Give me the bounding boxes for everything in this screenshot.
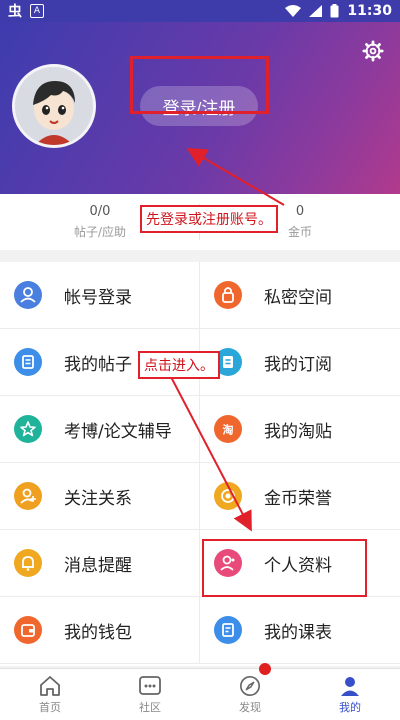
community-icon xyxy=(139,675,161,695)
svg-text:淘: 淘 xyxy=(223,423,234,437)
profile-highlight-box xyxy=(202,539,367,597)
cartoon-boy-avatar-icon xyxy=(15,67,93,145)
status-time: 11:30 xyxy=(347,3,392,19)
annotation-login-note: 先登录或注册账号。 xyxy=(140,205,278,233)
menu-item-label: 考博/论文辅导 xyxy=(64,421,172,442)
menu-item-label: 我的帖子 xyxy=(64,354,132,375)
menu-item[interactable]: 我的订阅 xyxy=(200,329,400,396)
avatar[interactable] xyxy=(12,64,96,148)
login-highlight-box xyxy=(130,56,269,114)
user-icon xyxy=(14,281,42,309)
stat-posts-label: 帖子/应助 xyxy=(73,225,127,239)
menu-item[interactable]: 我的课表 xyxy=(200,597,400,664)
wallet-icon xyxy=(14,616,42,644)
nav-community-label: 社区 xyxy=(139,700,161,714)
tao-icon: 淘 xyxy=(214,415,242,443)
compass-icon xyxy=(240,675,260,696)
star-icon xyxy=(14,415,42,443)
nav-me-label: 我的 xyxy=(339,700,361,714)
home-icon xyxy=(40,675,60,696)
nav-home[interactable]: 首页 xyxy=(0,669,100,720)
menu-grid: 帐号登录 私密空间我的帖子 我的订阅考博/论文辅导 淘 我的淘贴关注关系 金币荣誉消息提醒… xyxy=(0,262,400,666)
menu-item-label: 消息提醒 xyxy=(64,555,132,576)
menu-item-label: 我的淘贴 xyxy=(264,421,332,442)
nav-discover-label: 发现 xyxy=(239,700,261,714)
wifi-icon xyxy=(285,5,302,17)
menu-item[interactable]: 我的钱包 xyxy=(0,597,200,664)
nav-me[interactable]: 我的 xyxy=(300,669,400,720)
menu-item[interactable]: 消息提醒 xyxy=(0,530,200,597)
menu-item[interactable]: 淘 我的淘贴 xyxy=(200,396,400,463)
menu-item[interactable]: 私密空间 xyxy=(200,262,400,329)
battery-icon xyxy=(330,4,339,18)
follow-icon xyxy=(14,482,42,510)
carrier-icon: 虫 xyxy=(8,4,22,20)
coin-icon xyxy=(214,482,242,510)
notification-dot xyxy=(259,663,271,675)
menu-item[interactable]: 金币荣誉 xyxy=(200,463,400,530)
nav-community[interactable]: 社区 xyxy=(100,669,200,720)
menu-item-label: 金币荣誉 xyxy=(264,488,332,509)
me-icon xyxy=(341,676,359,696)
menu-item-label: 我的订阅 xyxy=(264,354,332,375)
lock-icon xyxy=(214,281,242,309)
annotation-enter-note: 点击进入。 xyxy=(138,351,220,379)
menu-item[interactable]: 考博/论文辅导 xyxy=(0,396,200,463)
menu-item-label: 我的钱包 xyxy=(64,622,132,643)
stat-coins-value: 0 xyxy=(295,204,305,219)
menu-item[interactable]: 关注关系 xyxy=(0,463,200,530)
signal-icon xyxy=(309,5,323,17)
stat-posts-value: 0/0 xyxy=(89,204,111,219)
menu-item[interactable]: 帐号登录 xyxy=(0,262,200,329)
menu-item-label: 关注关系 xyxy=(64,488,132,509)
bell-icon xyxy=(14,549,42,577)
stat-coins-label: 金币 xyxy=(287,225,312,239)
menu-item-label: 私密空间 xyxy=(264,287,332,308)
nav-discover[interactable]: 发现 xyxy=(200,663,300,720)
nav-home-label: 首页 xyxy=(39,700,61,714)
schedule-icon xyxy=(214,616,242,644)
bottom-nav: 首页 社区 发现 我的 xyxy=(0,663,400,720)
menu-item-label: 帐号登录 xyxy=(64,287,132,308)
menu-item-label: 我的课表 xyxy=(264,622,332,643)
settings-gear-icon[interactable] xyxy=(362,40,384,62)
post-icon xyxy=(14,348,42,376)
status-bar: 虫 A 11:30 xyxy=(0,0,400,22)
app-notification-icon: A xyxy=(30,4,44,18)
